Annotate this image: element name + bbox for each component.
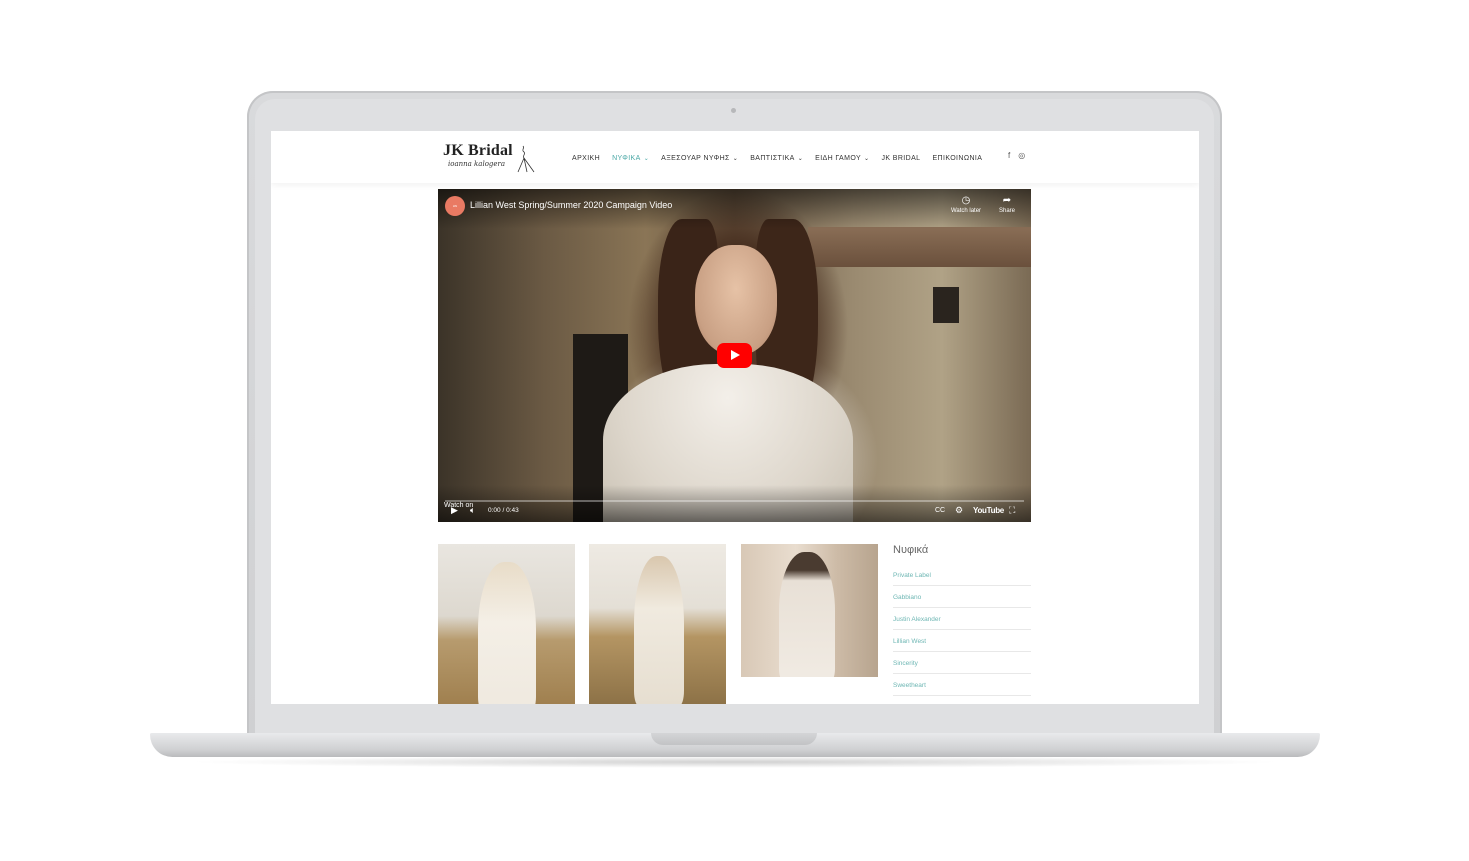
sidebar-category-link[interactable]: Sincerity bbox=[893, 653, 1031, 674]
site-header: JK Bridal ioanna kalogera ΑΡΧΙΚΗ ΝΥΦΙΚΑ ⌄ Α… bbox=[271, 131, 1199, 183]
channel-avatar[interactable]: LW bbox=[445, 196, 465, 216]
chevron-down-icon: ⌄ bbox=[643, 155, 650, 162]
gown-figure bbox=[634, 556, 684, 704]
nav-item-label: ΑΡΧΙΚΗ bbox=[572, 154, 601, 162]
watch-later-button[interactable]: ◷ Watch later bbox=[946, 195, 986, 214]
play-button[interactable] bbox=[717, 343, 752, 368]
chevron-down-icon: ⌄ bbox=[797, 155, 804, 162]
nav-item-label: ΒΑΠΤΙΣΤΙΚΑ bbox=[750, 154, 795, 162]
video-title[interactable]: Lillian West Spring/Summer 2020 Campaign… bbox=[470, 200, 672, 210]
social-links: f ◎ bbox=[1008, 151, 1025, 160]
video-figure-face bbox=[695, 245, 777, 355]
nav-item-label: JK BRIDAL bbox=[881, 154, 921, 162]
logo-sub: ioanna kalogera bbox=[448, 160, 506, 168]
volume-icon[interactable]: 🔈︎ bbox=[470, 505, 475, 516]
sidebar-title: Νυφικά bbox=[893, 544, 929, 556]
gown-figure bbox=[478, 562, 536, 704]
product-image[interactable] bbox=[741, 544, 878, 677]
instagram-icon[interactable]: ◎ bbox=[1018, 151, 1025, 160]
laptop-notch bbox=[651, 733, 817, 745]
product-image[interactable] bbox=[589, 544, 726, 704]
chevron-down-icon: ⌄ bbox=[864, 155, 870, 162]
bride-sketch-icon bbox=[517, 145, 535, 173]
sidebar-category-list: Private Label Gabbiano Justin Alexander Lil… bbox=[893, 565, 1031, 704]
watch-on-youtube[interactable]: Watch on bbox=[444, 502, 473, 509]
nav-item-label: ΕΠΙΚΟΙΝΩΝΙΑ bbox=[932, 154, 983, 162]
share-button[interactable]: ➦ Share bbox=[987, 195, 1027, 214]
fullscreen-icon[interactable]: ⛶ bbox=[1009, 505, 1015, 516]
site-logo[interactable]: JK Bridal ioanna kalogera bbox=[443, 142, 543, 178]
nav-item-label: ΝΥΦΙΚΑ bbox=[612, 154, 641, 162]
camera-icon bbox=[731, 108, 736, 113]
nav-item[interactable]: ΝΥΦΙΚΑ ⌄ bbox=[612, 152, 649, 164]
facebook-icon[interactable]: f bbox=[1008, 151, 1010, 160]
main-nav: ΑΡΧΙΚΗ ΝΥΦΙΚΑ ⌄ ΑΞΕΣΟΥΑΡ ΝΥΦΗΣ ⌄ ΒΑΠΤΙΣΤΙΚΑ ⌄ Ε… bbox=[572, 152, 994, 164]
settings-gear-icon[interactable]: ⚙ bbox=[955, 505, 963, 516]
nav-item-label: ΕΙΔΗ ΓΑΜΟΥ bbox=[815, 154, 862, 162]
nav-item[interactable]: ΕΠΙΚΟΙΝΩΝΙΑ bbox=[932, 152, 982, 164]
chevron-down-icon: ⌄ bbox=[732, 155, 739, 162]
gown-figure bbox=[779, 552, 835, 677]
nav-item-label: ΑΞΕΣΟΥΑΡ ΝΥΦΗΣ bbox=[661, 154, 730, 162]
sidebar-category-link[interactable]: Gabbiano bbox=[893, 587, 1031, 608]
laptop-shadow bbox=[185, 756, 1285, 768]
captions-icon[interactable]: CC bbox=[935, 507, 945, 514]
nav-item[interactable]: JK BRIDAL bbox=[881, 152, 920, 164]
sidebar-category-link[interactable]: Justin Alexander Signature bbox=[893, 697, 1031, 705]
watch-later-label: Watch later bbox=[950, 208, 982, 214]
play-small-icon[interactable]: ▶ bbox=[451, 505, 458, 516]
video-bg-window bbox=[933, 287, 959, 323]
product-image[interactable] bbox=[438, 544, 575, 704]
nav-item[interactable]: ΑΡΧΙΚΗ bbox=[572, 152, 600, 164]
sidebar-category-link[interactable]: Lillian West bbox=[893, 631, 1031, 652]
youtube-logo[interactable]: YouTube bbox=[973, 506, 1004, 515]
video-controls bbox=[438, 485, 1031, 522]
share-label: Share bbox=[998, 208, 1015, 214]
sidebar-category-link[interactable]: Justin Alexander bbox=[893, 609, 1031, 630]
sidebar-category-link[interactable]: Private Label bbox=[893, 565, 1031, 586]
video-time: 0:00 / 0:43 bbox=[488, 507, 519, 514]
youtube-video-player[interactable]: LW Lillian West Spring/Summer 2020 Campa… bbox=[438, 189, 1031, 522]
nav-item[interactable]: ΑΞΕΣΟΥΑΡ ΝΥΦΗΣ ⌄ bbox=[661, 152, 738, 164]
sidebar-category-link[interactable]: Sweetheart bbox=[893, 675, 1031, 696]
nav-item[interactable]: ΕΙΔΗ ΓΑΜΟΥ ⌄ bbox=[815, 152, 869, 164]
clock-icon: ◷ bbox=[961, 195, 971, 206]
nav-item[interactable]: ΒΑΠΤΙΣΤΙΚΑ ⌄ bbox=[750, 152, 803, 164]
share-icon: ➦ bbox=[1002, 195, 1012, 206]
progress-bar[interactable] bbox=[445, 500, 1024, 502]
video-bg-roof bbox=[808, 227, 1031, 267]
browser-screen: JK Bridal ioanna kalogera ΑΡΧΙΚΗ ΝΥΦΙΚΑ ⌄ Α… bbox=[271, 131, 1199, 704]
logo-main: JK Bridal bbox=[443, 142, 513, 159]
